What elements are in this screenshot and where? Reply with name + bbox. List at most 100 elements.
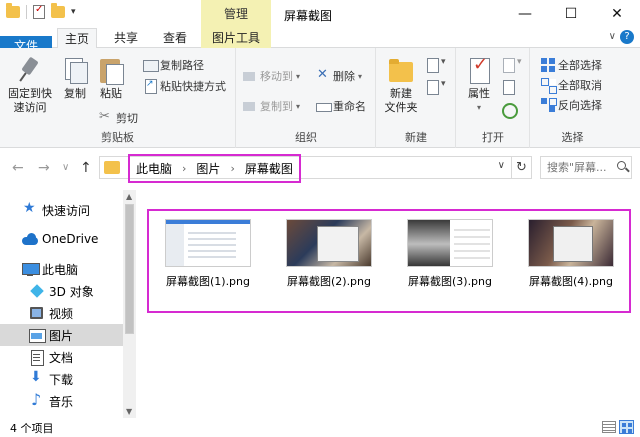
tab-picture-tools[interactable]: 图片工具 — [201, 28, 271, 48]
move-icon — [243, 69, 257, 83]
sidebar-item-3d-objects[interactable]: 3D 对象 — [0, 280, 123, 302]
document-icon — [29, 350, 45, 366]
select-group-label: 选择 — [561, 131, 584, 144]
video-icon — [29, 306, 45, 320]
sidebar-item-label: 文档 — [49, 350, 74, 365]
clipboard-group: 固定到快 速访问 复制 粘贴 复制路径 粘贴快捷方式 剪切 剪贴板 — [0, 48, 236, 148]
chevron-down-icon[interactable]: ∨ — [498, 160, 505, 171]
tab-share[interactable]: 共享 — [106, 28, 146, 48]
new-item-button[interactable] — [425, 56, 446, 74]
select-all-button[interactable]: 全部选择 — [541, 56, 602, 74]
delete-label: 删除 — [333, 70, 355, 83]
cube-icon — [29, 284, 45, 298]
recent-locations-icon[interactable]: ∨ — [62, 162, 69, 173]
forward-arrow-icon[interactable]: → — [38, 160, 50, 176]
navigation-bar: ← → ∨ ↑ 此电脑 › 图片 › 屏幕截图 ∨ ↻ — [0, 150, 640, 186]
sidebar-item-this-pc[interactable]: 此电脑 — [0, 258, 123, 280]
sidebar-item-quick-access[interactable]: 快速访问 — [0, 199, 123, 221]
chevron-down-icon[interactable]: ▾ — [71, 7, 76, 17]
file-item[interactable]: 屏幕截图(2).png — [274, 219, 384, 289]
rename-button[interactable]: 重命名 — [316, 97, 366, 115]
chevron-right-icon[interactable]: › — [182, 162, 186, 175]
up-arrow-icon[interactable]: ↑ — [80, 160, 92, 176]
search-icon[interactable] — [617, 161, 626, 170]
copy-to-button[interactable]: 复制到 ▾ — [243, 97, 300, 115]
file-item[interactable]: 屏幕截图(1).png — [153, 219, 263, 289]
navigation-pane-scrollbar[interactable]: ▲ ▼ — [123, 190, 136, 418]
easy-access-button[interactable] — [425, 78, 446, 96]
scroll-down-icon[interactable]: ▼ — [126, 407, 132, 416]
ribbon: 固定到快 速访问 复制 粘贴 复制路径 粘贴快捷方式 剪切 剪贴板 移动到 — [0, 48, 640, 148]
pin-label-line2: 速访问 — [13, 101, 47, 114]
organize-group-label: 组织 — [295, 131, 317, 144]
properties-icon[interactable] — [33, 4, 45, 19]
status-bar: 4 个项目 — [0, 418, 640, 437]
breadcrumb-item-this-pc[interactable]: 此电脑 — [136, 160, 172, 177]
cloud-icon — [22, 232, 38, 246]
file-item[interactable]: 屏幕截图(4).png — [516, 219, 626, 289]
chevron-right-icon[interactable]: › — [230, 162, 234, 175]
copy-to-label: 复制到 — [260, 100, 293, 113]
cut-label: 剪切 — [116, 112, 138, 125]
close-button[interactable]: ✕ — [594, 0, 640, 28]
copy-button[interactable]: 复制 — [58, 56, 92, 101]
help-icon[interactable]: ? — [620, 30, 634, 44]
pictures-icon — [29, 328, 46, 343]
breadcrumb-item-screenshots[interactable]: 屏幕截图 — [245, 160, 293, 177]
properties-icon — [465, 56, 493, 84]
invert-selection-button[interactable]: 反向选择 — [541, 96, 602, 114]
select-all-label: 全部选择 — [558, 59, 602, 72]
properties-button[interactable]: 属性 ▾ — [461, 56, 497, 115]
folder-icon — [6, 3, 20, 18]
sidebar-item-downloads[interactable]: 下载 — [0, 368, 123, 390]
paste-button[interactable]: 粘贴 — [94, 56, 128, 101]
scroll-up-icon[interactable]: ▲ — [126, 192, 132, 201]
folder-icon — [104, 161, 120, 174]
sidebar-item-videos[interactable]: 视频 — [0, 302, 123, 324]
open-button[interactable] — [501, 56, 522, 74]
sidebar-item-music[interactable]: 音乐 — [0, 390, 123, 412]
scrollbar-thumb[interactable] — [125, 204, 134, 334]
sidebar-item-documents[interactable]: 文档 — [0, 346, 123, 368]
address-bar[interactable]: 此电脑 › 图片 › 屏幕截图 ∨ — [99, 154, 512, 183]
clipboard-group-label: 剪贴板 — [101, 131, 134, 144]
pin-to-quick-access-button[interactable]: 固定到快 速访问 — [4, 56, 56, 115]
pin-label-line1: 固定到快 — [8, 87, 52, 100]
minimize-button[interactable]: — — [502, 0, 548, 28]
refresh-icon[interactable]: ↻ — [512, 156, 532, 179]
large-icons-view-icon[interactable] — [619, 420, 634, 434]
new-folder-icon[interactable] — [51, 3, 65, 18]
sidebar-item-pictures[interactable]: 图片 — [0, 324, 123, 346]
maximize-button[interactable]: ☐ — [548, 0, 594, 28]
pin-icon — [16, 56, 44, 84]
select-none-button[interactable]: 全部取消 — [541, 76, 602, 94]
search-input[interactable] — [541, 157, 611, 178]
chevron-down-icon[interactable]: ∨ — [609, 31, 616, 42]
file-item[interactable]: 屏幕截图(3).png — [395, 219, 505, 289]
open-group: 属性 ▾ 打开 — [457, 48, 530, 148]
details-view-icon[interactable] — [602, 421, 616, 433]
new-item-icon — [425, 57, 446, 73]
file-name: 屏幕截图(4).png — [528, 275, 613, 288]
rename-icon — [316, 99, 332, 113]
delete-button[interactable]: 删除 ▾ — [316, 67, 362, 85]
tab-view[interactable]: 查看 — [155, 28, 195, 48]
shortcut-icon — [143, 79, 157, 94]
search-box[interactable] — [540, 156, 632, 179]
copy-path-button[interactable]: 复制路径 — [143, 56, 204, 74]
sidebar-item-onedrive[interactable]: OneDrive — [0, 228, 123, 250]
edit-button[interactable] — [501, 78, 515, 96]
new-folder-label-line1: 新建 — [390, 87, 412, 100]
cut-button[interactable]: 剪切 — [99, 109, 138, 127]
back-arrow-icon[interactable]: ← — [12, 160, 24, 176]
paste-shortcut-button[interactable]: 粘贴快捷方式 — [143, 77, 226, 95]
tab-home[interactable]: 主页 — [57, 28, 97, 49]
breadcrumb-item-pictures[interactable]: 图片 — [196, 160, 220, 177]
move-to-button[interactable]: 移动到 ▾ — [243, 67, 300, 85]
clipboard-icon — [97, 56, 125, 85]
sidebar-item-label: 此电脑 — [42, 262, 79, 277]
new-folder-button[interactable]: 新建 文件夹 — [381, 56, 421, 115]
open-group-label: 打开 — [482, 131, 504, 144]
history-button[interactable] — [501, 100, 518, 119]
new-group: 新建 文件夹 新建 — [377, 48, 456, 148]
